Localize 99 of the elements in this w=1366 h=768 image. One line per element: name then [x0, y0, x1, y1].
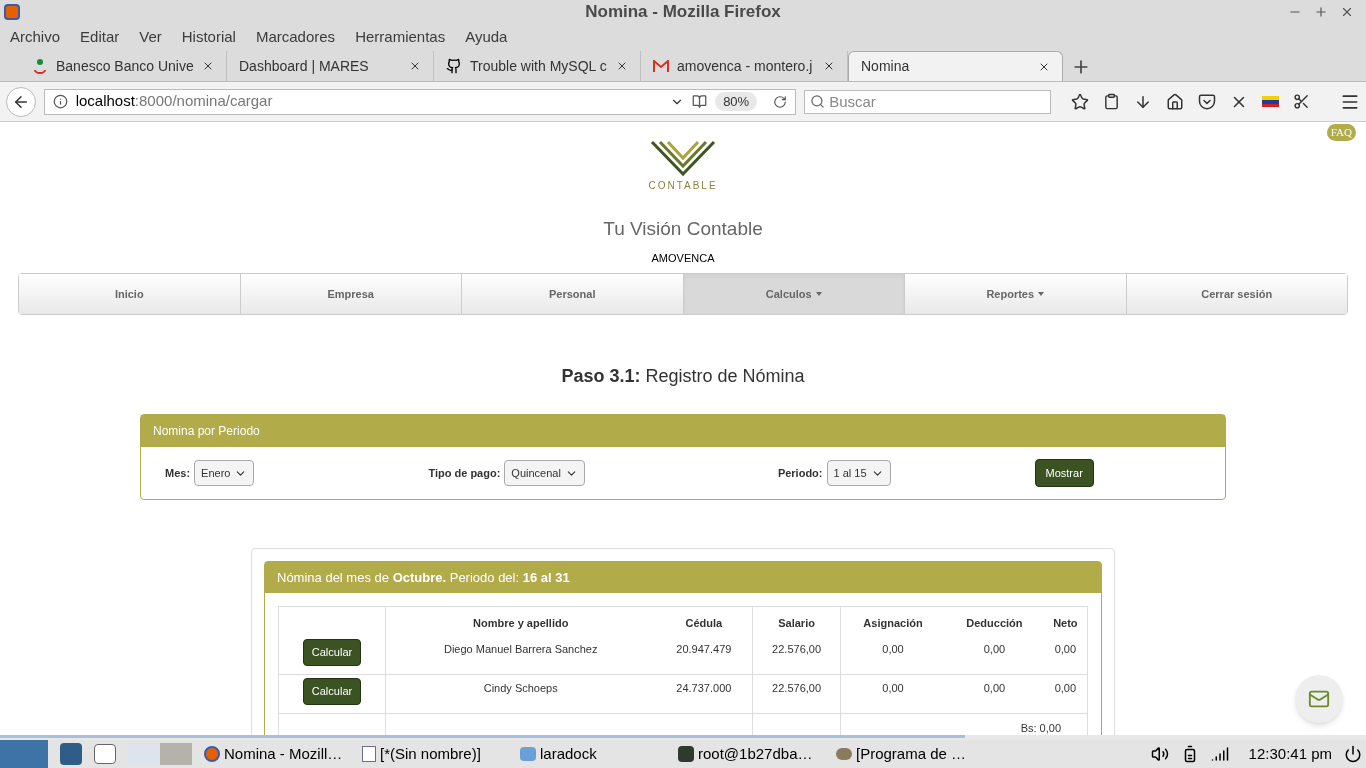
table-cell: 0,00 — [1043, 635, 1088, 674]
bookmark-star-icon[interactable] — [1071, 92, 1089, 111]
column-header: Asignación — [840, 606, 946, 636]
company-name: AMOVENCA — [651, 250, 715, 266]
column-header: Salario — [752, 606, 841, 636]
tab-title: Nomina — [861, 57, 911, 76]
calculate-button[interactable]: Calcular — [302, 677, 362, 705]
total-cell: Bs: 0,00 — [840, 713, 1088, 735]
address-field[interactable]: localhost:8000/nomina/cargar 80% — [43, 88, 797, 115]
search-field[interactable]: Buscar — [804, 89, 1051, 114]
site-title: Tu Visión Contable — [603, 217, 763, 241]
show-button[interactable]: Mostrar — [1034, 459, 1094, 487]
reader-view-icon[interactable] — [692, 94, 708, 109]
table-cell: Cindy Schoeps — [385, 674, 656, 713]
table-cell: 0,00 — [840, 674, 946, 713]
info-icon[interactable] — [52, 94, 68, 109]
clock: 12:30:41 pm — [1248, 743, 1332, 764]
tab-title: Trouble with MySQL c — [470, 56, 608, 76]
browser-icon — [4, 4, 20, 20]
company-logo: CONTABLE — [648, 140, 718, 193]
nav-tab[interactable]: Cerrar sesión — [1126, 274, 1347, 314]
nav-tab[interactable]: Personal — [462, 274, 684, 314]
column-header: Cédula — [655, 606, 753, 636]
home-icon[interactable] — [1166, 92, 1184, 111]
terminal-icon — [678, 746, 694, 762]
browser-icon — [204, 746, 220, 762]
document-icon — [362, 746, 376, 762]
browser-tab[interactable]: Nomina — [848, 51, 1063, 81]
nav-tab[interactable]: Empresa — [240, 274, 462, 314]
table-cell: 0,00 — [945, 674, 1044, 713]
folder-icon — [520, 747, 536, 761]
tab-title: Banesco Banco Unive — [56, 56, 194, 76]
window-title: Nomina - Mozilla Firefox — [585, 1, 781, 24]
tab-title: amovenca - montero.j — [677, 56, 814, 76]
menu-item[interactable]: Herramientas — [355, 25, 446, 49]
volume-icon[interactable] — [1150, 745, 1169, 763]
reload-icon[interactable] — [773, 94, 788, 109]
browser-tab[interactable]: Trouble with MySQL c — [434, 51, 641, 81]
calculate-button[interactable]: Calcular — [302, 638, 362, 666]
close-tab-icon[interactable] — [616, 60, 628, 72]
taskbar-item[interactable]: [*(Sin nombre)] — [362, 742, 508, 766]
column-header: Deducción — [945, 606, 1044, 636]
panel-title: Nomina por Periodo — [141, 415, 1225, 447]
tab-title: Dashboard | MARES — [239, 56, 370, 76]
menu-item[interactable]: Ver — [139, 25, 162, 49]
back-button[interactable] — [6, 86, 36, 117]
scissors-icon[interactable] — [1293, 93, 1310, 110]
taskbar-item[interactable]: [Programa de … — [836, 742, 982, 766]
search-icon — [810, 93, 826, 109]
bank-logo-icon — [32, 58, 48, 74]
table-cell: Diego Manuel Barrera Sanchez — [385, 635, 656, 674]
mail-logo-icon — [653, 60, 669, 72]
menu-item[interactable]: Historial — [181, 25, 236, 49]
window-icon[interactable] — [94, 744, 116, 764]
table-cell: 0,00 — [1043, 674, 1088, 713]
menu-item[interactable]: Archivo — [10, 25, 61, 49]
table-cell: 20.947.479 — [655, 635, 753, 674]
panel-title: Nómina del mes de Octubre. Periodo del: 16 al 31 — [265, 562, 1101, 593]
column-header: Neto — [1043, 606, 1088, 636]
column-header: Nombre y apellido — [385, 606, 656, 636]
envelope-icon — [1308, 688, 1330, 710]
browser-tab[interactable]: Dashboard | MARES — [227, 51, 434, 81]
flag-icon[interactable] — [1262, 96, 1279, 107]
zoom-level[interactable]: 80% — [715, 91, 758, 112]
nav-tab[interactable]: Reportes — [905, 274, 1127, 314]
select-field[interactable]: Quincenal — [504, 460, 585, 486]
table-cell: 24.737.000 — [655, 674, 753, 713]
table-cell: 0,00 — [945, 635, 1044, 674]
table-cell: 22.576,00 — [752, 674, 841, 713]
nav-tab[interactable]: Calculos — [683, 274, 905, 314]
github-icon — [446, 58, 462, 74]
menu-item[interactable]: Marcadores — [255, 25, 336, 49]
select-field[interactable]: Enero — [194, 460, 255, 486]
desktop-icon[interactable] — [60, 743, 82, 765]
close-tab-icon[interactable] — [409, 60, 421, 72]
mail-button[interactable] — [1295, 675, 1343, 723]
taskbar-item[interactable]: root@1b27dba… — [678, 742, 824, 766]
maximize-icon[interactable] — [1314, 5, 1328, 19]
table-cell: 0,00 — [840, 635, 946, 674]
nav-tab[interactable]: Inicio — [19, 274, 241, 314]
close-icon[interactable] — [1340, 5, 1354, 19]
field-label: Periodo: — [777, 465, 823, 481]
clipboard-icon[interactable] — [1103, 93, 1120, 110]
power-icon[interactable] — [1344, 745, 1362, 763]
signal-icon[interactable] — [1210, 745, 1229, 763]
menu-item[interactable]: Editar — [80, 25, 120, 49]
url-text: localhost:8000/nomina/cargar — [75, 91, 273, 112]
table-cell: 22.576,00 — [752, 635, 841, 674]
page-heading: Paso 3.1: Registro de Nómina — [561, 365, 805, 388]
taskbar-item[interactable]: laradock — [520, 742, 666, 766]
browser-tab[interactable]: Banesco Banco Unive — [20, 51, 227, 81]
field-label: Tipo de pago: — [428, 465, 501, 481]
menu-item[interactable]: Ayuda — [465, 25, 508, 49]
close-tab-icon[interactable] — [823, 60, 835, 72]
field-label: Mes: — [165, 465, 191, 481]
taskbar-item[interactable]: Nomina - Mozill… — [204, 742, 350, 766]
select-field[interactable]: 1 al 15 — [826, 460, 891, 486]
pocket-icon[interactable] — [1198, 92, 1216, 111]
close-tab-icon[interactable] — [202, 60, 214, 72]
